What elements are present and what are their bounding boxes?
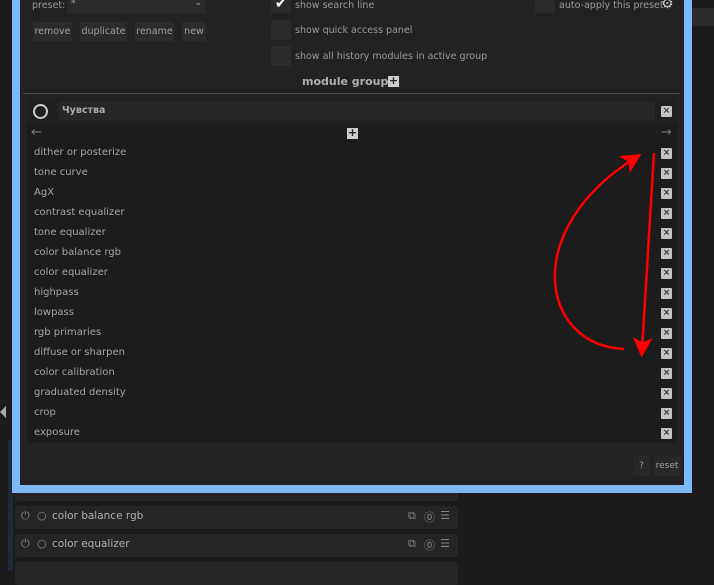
straight-arrow [632, 152, 656, 358]
curved-arrow [553, 154, 642, 351]
annotation-arrows [553, 152, 656, 358]
